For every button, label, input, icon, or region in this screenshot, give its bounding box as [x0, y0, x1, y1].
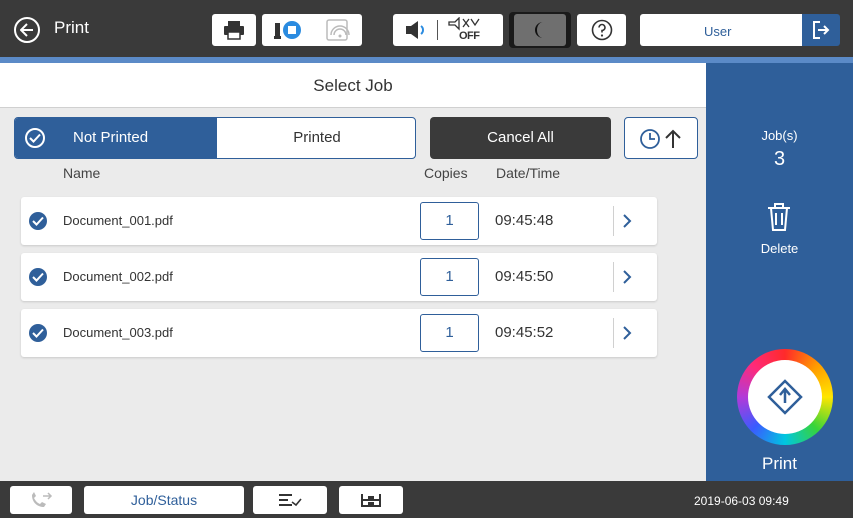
sort-time-ascending-icon	[640, 129, 681, 149]
clock-datetime: 2019-06-03 09:49	[694, 494, 789, 508]
top-bar: Print OFF User	[0, 0, 853, 57]
tray-output-icon	[361, 494, 381, 507]
ink-icon	[274, 21, 301, 39]
column-header-name: Name	[63, 165, 101, 181]
logout-button[interactable]	[802, 14, 840, 46]
divider	[613, 318, 614, 348]
job-name: Document_002.pdf	[63, 269, 173, 284]
print-button-label: Print	[762, 454, 797, 473]
job-name: Document_003.pdf	[63, 325, 173, 340]
tab-not-printed[interactable]: Not Printed	[15, 118, 217, 158]
fax-phone-icon	[32, 492, 53, 507]
chevron-right-icon[interactable]	[622, 325, 632, 341]
print-start-button[interactable]	[737, 349, 833, 445]
help-icon	[591, 19, 612, 41]
sleep-button-frame	[509, 12, 571, 48]
column-header-copies: Copies	[424, 165, 468, 181]
chevron-right-icon[interactable]	[622, 213, 632, 229]
wifi-icon	[326, 19, 350, 41]
copies-field[interactable]: 1	[420, 202, 479, 240]
print-start-inner	[748, 360, 822, 434]
sleep-button[interactable]	[514, 14, 566, 46]
trash-icon[interactable]	[765, 202, 793, 232]
start-diamond-icon	[767, 379, 803, 415]
selected-check-icon	[25, 128, 45, 148]
job-name: Document_001.pdf	[63, 213, 173, 228]
check-icon[interactable]	[29, 268, 47, 286]
bottom-bar: Job/Status 2019-06-03 09:49	[0, 481, 853, 518]
check-icon[interactable]	[29, 324, 47, 342]
jobs-count-label: Job(s)	[761, 128, 798, 143]
fax-button[interactable]	[10, 486, 72, 514]
sound-status-button[interactable]: OFF	[393, 14, 503, 46]
sidebar: Job(s) 3 Delete Print	[706, 63, 853, 481]
chevron-right-icon[interactable]	[622, 269, 632, 285]
tray-input-icon	[279, 494, 302, 507]
job-row[interactable]: Document_003.pdf 1 09:45:52	[21, 309, 657, 357]
job-row[interactable]: Document_002.pdf 1 09:45:50	[21, 253, 657, 301]
volume-icon	[406, 21, 424, 39]
tab-not-printed-label: Not Printed	[73, 129, 149, 146]
off-label: OFF	[459, 30, 480, 42]
copies-field[interactable]: 1	[420, 314, 479, 352]
check-icon[interactable]	[29, 212, 47, 230]
screen-title: Print	[54, 18, 89, 37]
cancel-all-button[interactable]: Cancel All	[430, 117, 611, 159]
sort-by-time-button[interactable]	[624, 117, 698, 159]
copies-field[interactable]: 1	[420, 258, 479, 296]
job-row[interactable]: Document_001.pdf 1 09:45:48	[21, 197, 657, 245]
job-time: 09:45:50	[495, 268, 554, 285]
job-time: 09:45:48	[495, 212, 554, 229]
ink-wifi-status-button[interactable]	[262, 14, 362, 46]
user-field[interactable]: User	[640, 14, 802, 46]
input-tray-button[interactable]	[253, 486, 327, 514]
screen-header: Select Job	[0, 63, 706, 108]
job-filter-toggle: Not Printed Printed	[14, 117, 416, 159]
divider	[613, 262, 614, 292]
tab-printed[interactable]: Printed	[217, 129, 415, 146]
job-status-button[interactable]: Job/Status	[84, 486, 244, 514]
jobs-count-value: 3	[773, 148, 786, 170]
divider	[437, 20, 438, 40]
moon-icon	[535, 22, 543, 38]
output-tray-button[interactable]	[339, 486, 403, 514]
job-time: 09:45:52	[495, 324, 554, 341]
back-arrow-icon	[20, 23, 33, 37]
divider	[613, 206, 614, 236]
help-button[interactable]	[577, 14, 626, 46]
printer-icon	[224, 21, 244, 40]
back-button[interactable]	[14, 17, 40, 43]
page-title: Select Job	[313, 76, 393, 95]
logout-icon	[813, 21, 830, 39]
printer-status-button[interactable]	[212, 14, 256, 46]
column-header-datetime: Date/Time	[496, 165, 561, 181]
delete-button-label[interactable]: Delete	[706, 241, 853, 256]
